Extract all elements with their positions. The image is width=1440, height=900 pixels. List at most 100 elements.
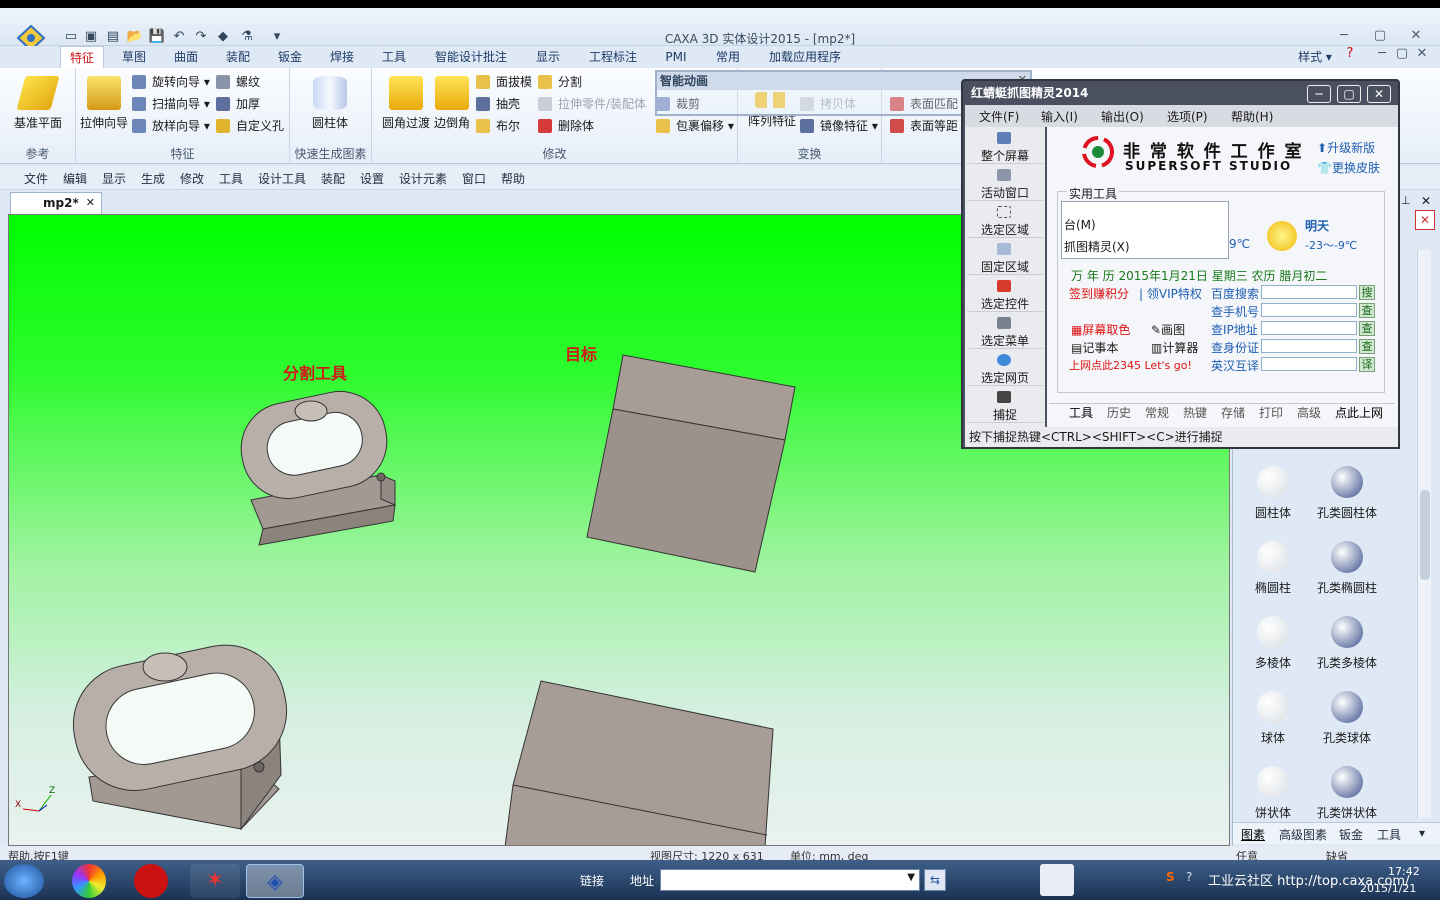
capture-button[interactable]: 捕捉 [967, 388, 1043, 423]
promo-link[interactable]: 上网点此2345 Let's go! [1069, 357, 1192, 373]
tab-sketch[interactable]: 草图 [112, 46, 156, 68]
query-input[interactable] [1261, 339, 1357, 353]
query-input[interactable] [1261, 285, 1357, 299]
tab-sheetmetal[interactable]: 钣金 [268, 46, 312, 68]
element-hole-sphere[interactable]: 孔类球体 [1307, 691, 1387, 746]
capture-active-window[interactable]: 活动窗口 [967, 166, 1043, 201]
stretch-part-button[interactable]: 拉伸零件/装配体 [538, 94, 646, 114]
revolve-wizard-button[interactable]: 旋转向导 ▾ [132, 72, 210, 92]
custom-hole-button[interactable]: 自定义孔 [216, 116, 284, 136]
new-drawing-icon[interactable]: ▤ [104, 28, 122, 46]
dragonfly-capture-icon[interactable]: ✶ [190, 864, 240, 898]
mirror-feature-button[interactable]: 镜像特征 ▾ [800, 116, 878, 136]
thicken-button[interactable]: 加厚 [216, 94, 260, 114]
tab-display[interactable]: 显示 [526, 46, 570, 68]
status-mode-select[interactable]: 缺省 [1326, 848, 1348, 860]
tab-addins[interactable]: 加载应用程序 [762, 46, 848, 68]
panel-tab-elements[interactable]: 图素 [1241, 826, 1265, 843]
element-hole-elliptic-cylinder[interactable]: 孔类椭圆柱 [1307, 541, 1387, 596]
start-button-icon[interactable] [4, 864, 44, 898]
style-menu[interactable]: 样式 ▾ [1290, 46, 1340, 68]
split-tool-part-bottom[interactable] [62, 634, 298, 831]
query-button[interactable]: 查 [1359, 321, 1375, 336]
tray-s-icon[interactable]: S [1166, 870, 1175, 884]
address-dropdown-icon[interactable]: ▼ [907, 872, 915, 883]
minimize-button[interactable]: ─ [1332, 26, 1356, 46]
customize-qat-icon[interactable]: ▾ [268, 28, 286, 46]
target-box-top[interactable] [586, 354, 796, 573]
capture-close-button[interactable]: ✕ [1367, 85, 1391, 103]
upgrade-link[interactable]: ⬆升级新版 [1317, 139, 1375, 156]
capture-maximize-button[interactable]: ▢ [1337, 85, 1361, 103]
sweep-wizard-button[interactable]: 扫描向导 ▾ [132, 94, 210, 114]
delete-body-button[interactable]: 删除体 [538, 116, 594, 136]
panel-tab-advanced[interactable]: 高级图素 [1279, 826, 1327, 843]
draft-face-button[interactable]: 面拔模 [476, 72, 532, 92]
surface-offset-button[interactable]: 表面等距 [890, 116, 958, 136]
tray-help-icon[interactable]: ? [1186, 870, 1192, 884]
thread-button[interactable]: 螺纹 [216, 72, 260, 92]
panel-close-icon[interactable]: ✕ [1421, 194, 1431, 208]
capture-menu-output[interactable]: 输出(O) [1101, 108, 1144, 125]
panel-tab-sheetmetal[interactable]: 钣金 [1339, 826, 1363, 843]
element-sphere[interactable]: 球体 [1233, 691, 1313, 746]
target-box-bottom[interactable] [504, 680, 774, 846]
extrude-wizard-button[interactable]: 拉伸向导 [76, 76, 132, 134]
query-button[interactable]: 查 [1359, 339, 1375, 354]
capture-tab[interactable]: 存储 [1221, 404, 1245, 421]
status-any-select[interactable]: 任意 [1236, 848, 1258, 860]
capture-tool-window[interactable]: 红蜻蜓抓图精灵2014 ─ ▢ ✕ 文件(F) 输入(I) 输出(O) 选项(P… [961, 79, 1400, 449]
close-button[interactable]: ✕ [1404, 26, 1428, 46]
capture-tab[interactable]: 热键 [1183, 404, 1207, 421]
menu-help[interactable]: 帮助 [501, 170, 525, 187]
panel-tab-tools[interactable]: 工具 [1377, 826, 1401, 843]
query-input[interactable] [1261, 321, 1357, 335]
redo-icon[interactable]: ↷ [192, 28, 210, 46]
tab-weld[interactable]: 焊接 [320, 46, 364, 68]
capture-tab[interactable]: 历史 [1107, 404, 1131, 421]
fillet-button[interactable]: 圆角过渡 [378, 76, 434, 134]
menu-design-tools[interactable]: 设计工具 [258, 170, 306, 187]
split-button[interactable]: 分割 [538, 72, 582, 92]
save-icon[interactable]: 💾 [148, 28, 166, 46]
app-paint[interactable]: ✎画图 [1151, 321, 1185, 338]
query-button[interactable]: 搜 [1359, 285, 1375, 300]
tab-common[interactable]: 常用 [706, 46, 750, 68]
panel-scroll-thumb[interactable] [1420, 490, 1430, 580]
element-cylinder[interactable]: 圆柱体 [1233, 466, 1313, 521]
panel-pin-icon[interactable]: ⊥ [1401, 194, 1411, 207]
menu-generate[interactable]: 生成 [141, 170, 165, 187]
go-icon[interactable]: ⇆ [924, 869, 946, 891]
media-player-icon[interactable] [134, 864, 168, 898]
element-prism[interactable]: 多棱体 [1233, 616, 1313, 671]
cylinder-button[interactable]: 圆柱体 [302, 76, 358, 134]
new-design-icon[interactable]: ▣ [82, 28, 100, 46]
undo-icon[interactable]: ↶ [170, 28, 188, 46]
panel-red-close-icon[interactable]: ✕ [1415, 210, 1435, 230]
datum-plane-button[interactable]: 基准平面 [10, 76, 66, 134]
query-button[interactable]: 查 [1359, 303, 1375, 318]
capture-menu-help[interactable]: 帮助(H) [1231, 108, 1273, 125]
element-pie[interactable]: 饼状体 [1233, 766, 1313, 821]
document-tab-close-icon[interactable]: ✕ [86, 193, 95, 213]
open-folder-icon[interactable]: 📂 [126, 28, 144, 46]
tab-feature[interactable]: 特征 [60, 46, 104, 68]
split-tool-part-top[interactable] [233, 383, 396, 546]
loft-wizard-button[interactable]: 放样向导 ▾ [132, 116, 210, 136]
caxa-task-icon[interactable]: ◈ [246, 864, 304, 898]
doc-close-icon[interactable]: ✕ [1410, 44, 1434, 64]
capture-tab[interactable]: 打印 [1259, 404, 1283, 421]
signin-link[interactable]: 签到赚积分 [1069, 285, 1129, 302]
capture-menu-file[interactable]: 文件(F) [979, 108, 1019, 125]
capture-tab[interactable]: 常规 [1145, 404, 1169, 421]
capture-minimize-button[interactable]: ─ [1307, 85, 1331, 103]
tab-engineering-annotation[interactable]: 工程标注 [582, 46, 644, 68]
menu-assembly[interactable]: 装配 [321, 170, 345, 187]
capture-selected-menu[interactable]: 选定菜单 [967, 314, 1043, 349]
calendar-line[interactable]: 万 年 历 2015年1月21日 星期三 农历 腊月初二 [1071, 267, 1327, 284]
vip-link[interactable]: | 领VIP特权 [1139, 285, 1202, 302]
element-elliptic-cylinder[interactable]: 椭圆柱 [1233, 541, 1313, 596]
panel-tab-more-icon[interactable]: ▾ [1419, 826, 1425, 840]
app-notepad[interactable]: ▤记事本 [1071, 339, 1118, 356]
tab-surface[interactable]: 曲面 [164, 46, 208, 68]
